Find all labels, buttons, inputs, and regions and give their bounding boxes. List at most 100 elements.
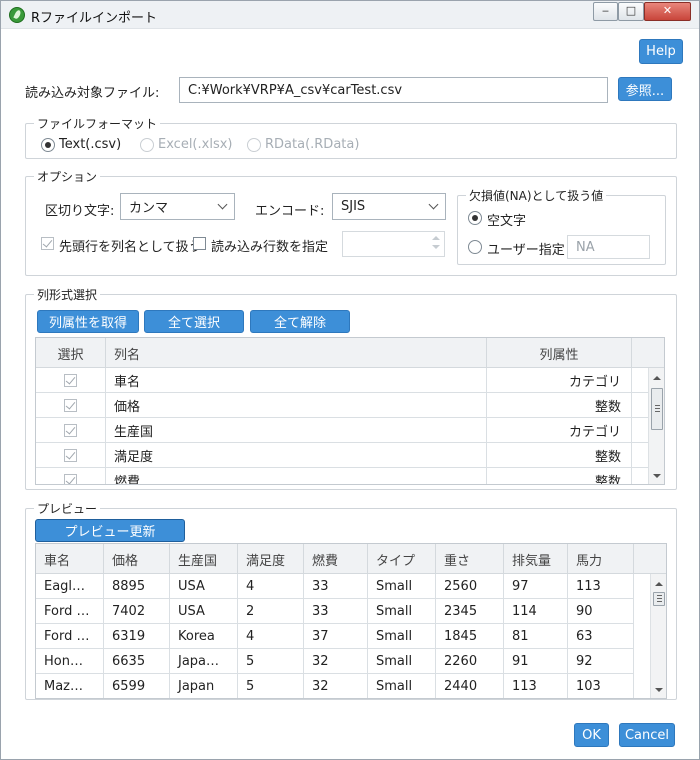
file-path-input[interactable]: C:¥Work¥VRP¥A_csv¥carTest.csv [179,77,608,103]
column-name-cell: 燃費 [106,468,487,484]
preview-col-header[interactable]: 満足度 [238,544,304,574]
format-text-label: Text(.csv) [59,137,122,152]
preview-col-header[interactable]: 排気量 [504,544,568,574]
delimiter-value: カンマ [129,201,169,216]
na-title: 欠損値(NA)として扱う値 [466,187,607,204]
preview-cell: 91 [504,649,568,673]
chevron-down-icon [428,199,439,210]
preview-cell: 113 [504,674,568,698]
column-select-checkbox[interactable] [64,448,77,462]
scroll-thumb[interactable] [651,388,663,430]
col-header-name[interactable]: 列名 [106,338,487,368]
column-type-cell[interactable]: 整数 [487,443,632,467]
column-select-cell [36,468,106,484]
row-count-checkbox[interactable] [193,237,206,250]
column-row[interactable]: 燃費 整数 [36,468,648,484]
preview-cell: 6635 [104,649,170,673]
preview-row: Hon… 6635 Japa… 5 32 Small 2260 91 92 [36,649,634,674]
preview-cell: Ford … [36,599,104,623]
preview-cell: Small [368,649,436,673]
row-count-label: 読み込み行数を指定 [211,240,329,255]
format-rdata-radio[interactable] [247,138,261,152]
column-select-cell [36,443,106,467]
preview-grid-scrollbar[interactable] [650,574,666,698]
preview-cell: Japa… [170,649,238,673]
preview-row: Eagl… 8895 USA 4 33 Small 2560 97 113 [36,574,634,599]
column-name-cell: 車名 [106,368,487,392]
scroll-thumb[interactable] [653,592,665,606]
preview-col-header[interactable]: 重さ [436,544,504,574]
column-row[interactable]: 生産国 カテゴリ [36,418,648,443]
na-empty-radio[interactable] [468,211,482,225]
preview-cell: USA [170,574,238,598]
column-row[interactable]: 価格 整数 [36,393,648,418]
delimiter-select[interactable]: カンマ [120,193,235,220]
column-type-cell[interactable]: 整数 [487,468,632,484]
scroll-down-icon[interactable] [653,474,661,478]
scroll-down-icon[interactable] [655,688,663,692]
help-button[interactable]: Help [639,39,683,64]
na-user-input[interactable]: NA [567,235,650,259]
column-row[interactable]: 満足度 整数 [36,443,648,468]
preview-col-header[interactable]: 馬力 [568,544,634,574]
cancel-button[interactable]: Cancel [619,723,675,747]
column-grid-header: 選択 列名 列属性 [36,338,664,368]
close-button[interactable]: ✕ [644,2,691,21]
column-row[interactable]: 車名 カテゴリ [36,368,648,393]
preview-cell: Hon… [36,649,104,673]
preview-cell: 7402 [104,599,170,623]
column-select-checkbox[interactable] [64,398,77,412]
scroll-up-icon[interactable] [655,582,663,586]
preview-cell: Maz… [36,674,104,698]
preview-cell: 1845 [436,624,504,648]
preview-cell: 81 [504,624,568,648]
preview-cell: Japan [170,674,238,698]
preview-col-header[interactable]: 価格 [104,544,170,574]
preview-cell: 2560 [436,574,504,598]
encoding-label: エンコード: [255,204,325,219]
chevron-down-icon [217,199,228,210]
column-type-cell[interactable]: 整数 [487,393,632,417]
preview-cell: 2440 [436,674,504,698]
file-format-title: ファイルフォーマット [34,115,161,132]
column-name-cell: 満足度 [106,443,487,467]
get-attributes-button[interactable]: 列属性を取得 [37,310,139,333]
file-label: 読み込み対象ファイル: [25,86,160,101]
preview-col-header[interactable]: タイプ [368,544,436,574]
preview-col-header[interactable]: 燃費 [304,544,368,574]
deselect-all-button[interactable]: 全て解除 [250,310,350,333]
preview-cell: 63 [568,624,634,648]
window-title: Rファイルインポート [31,11,158,26]
preview-cell: USA [170,599,238,623]
select-all-button[interactable]: 全て選択 [144,310,244,333]
options-title: オプション [34,168,101,185]
ok-button[interactable]: OK [574,723,609,747]
preview-refresh-button[interactable]: プレビュー更新 [35,519,185,542]
column-grid: 選択 列名 列属性 車名 カテゴリ 価格 整数 生産国 カテゴリ 満足度 整数 燃費 整数 [35,337,665,485]
browse-button[interactable]: 参照... [618,77,672,101]
format-text-radio[interactable] [41,138,55,152]
row-count-stepper[interactable] [342,231,445,257]
maximize-button[interactable]: □ [618,2,644,21]
column-select-checkbox[interactable] [64,423,77,437]
na-user-radio[interactable] [468,240,482,254]
column-grid-scrollbar[interactable] [648,368,664,484]
preview-col-header[interactable]: 車名 [36,544,104,574]
column-select-checkbox[interactable] [64,373,77,387]
encoding-select[interactable]: SJIS [332,193,446,220]
col-header-select[interactable]: 選択 [36,338,106,368]
column-select-checkbox[interactable] [64,473,77,484]
preview-cell: 103 [568,674,634,698]
preview-cell: 33 [304,599,368,623]
preview-cell: 2 [238,599,304,623]
minimize-button[interactable]: ‒ [593,2,618,21]
col-header-type[interactable]: 列属性 [487,338,632,368]
scroll-up-icon[interactable] [653,376,661,380]
preview-cell: 8895 [104,574,170,598]
column-type-cell[interactable]: カテゴリ [487,418,632,442]
header-row-checkbox[interactable] [41,237,54,250]
column-type-cell[interactable]: カテゴリ [487,368,632,392]
preview-cell: 5 [238,674,304,698]
preview-col-header[interactable]: 生産国 [170,544,238,574]
format-excel-radio[interactable] [140,138,154,152]
